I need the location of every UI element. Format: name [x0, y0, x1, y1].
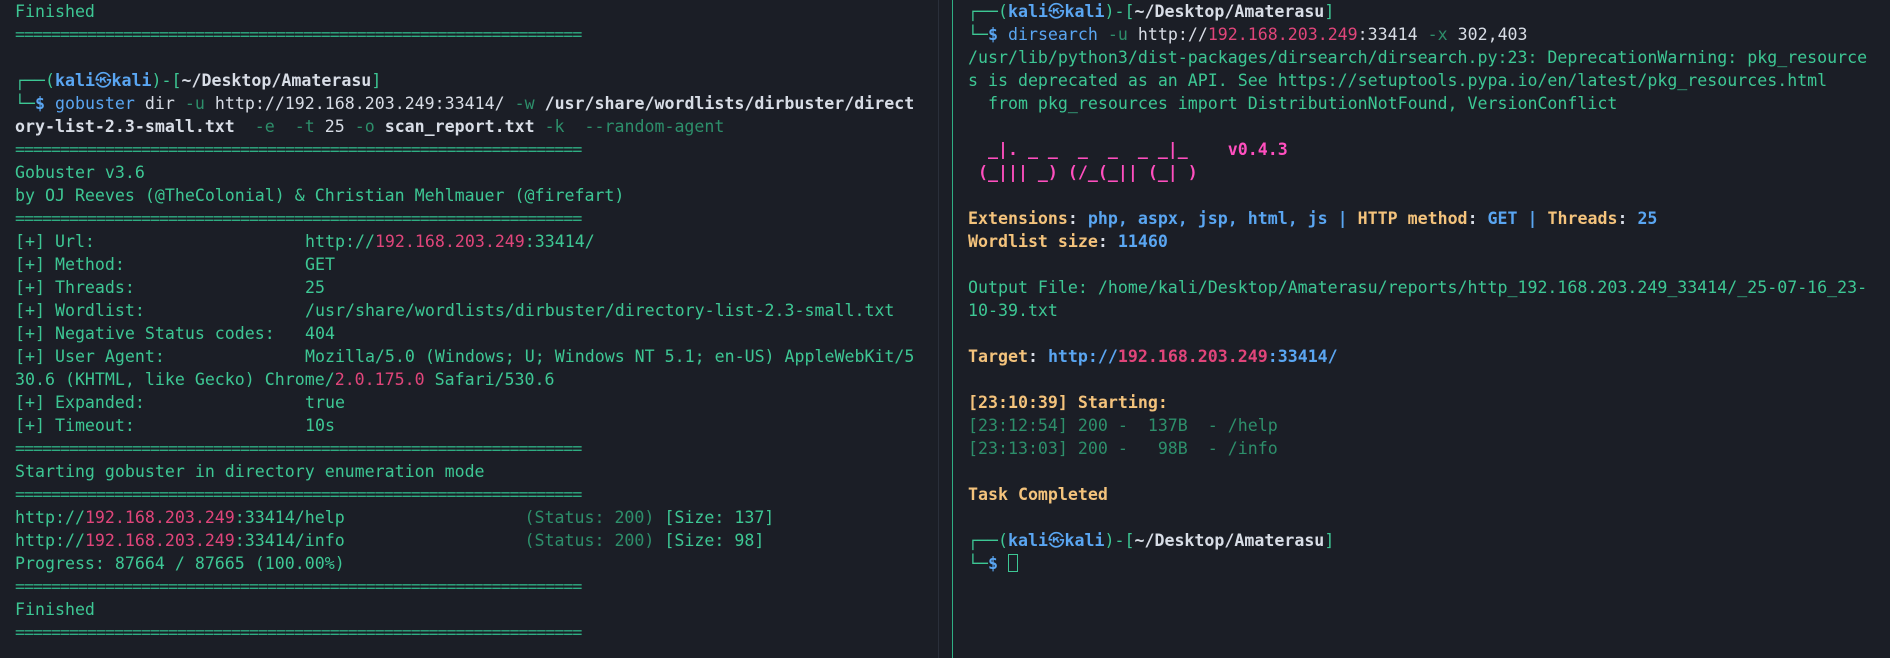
result-row: [23:12:54] 200 - 137B - /help [968, 416, 1278, 435]
right-terminal-pane[interactable]: ┌──(kali㉿kali)-[~/Desktop/Amaterasu] └─$… [953, 0, 1890, 658]
config-expanded: [+] Expanded: true [15, 393, 345, 412]
config-user-agent: [+] User Agent: Mozilla/5.0 (Windows; U; … [15, 347, 915, 366]
separator: ========================================… [15, 485, 582, 504]
prompt-header: ┌──(kali㉿kali)-[~/Desktop/Amaterasu] [15, 71, 382, 90]
banner-authors: by OJ Reeves (@TheColonial) & Christian … [15, 186, 625, 205]
separator: ========================================… [15, 439, 582, 458]
prompt-header: ┌──(kali㉿kali)-[~/Desktop/Amaterasu] [968, 2, 1335, 21]
separator: ========================================… [15, 623, 582, 642]
dirsearch-logo-bottom: (_||| _) (/_(_|| (_| ) [968, 163, 1198, 182]
separator: ========================================… [15, 140, 582, 159]
terminal-cursor[interactable] [1007, 554, 1018, 572]
command-tool: gobuster [54, 94, 135, 113]
deprecation-warning: /usr/lib/python3/dist-packages/dirsearch… [968, 48, 1868, 67]
finished-text-bottom: Finished [15, 600, 95, 619]
progress-text: Progress: 87664 / 87665 (100.00%) [15, 554, 345, 573]
result-row: [23:13:03] 200 - 98B - /info [968, 439, 1278, 458]
prompt-path: ~/Desktop/Amaterasu [181, 71, 372, 90]
deprecation-warning-import: from pkg_resources import DistributionNo… [968, 94, 1618, 113]
separator: ========================================… [15, 209, 582, 228]
command-line: └─$ gobuster dir -u http://192.168.203.2… [15, 94, 915, 113]
active-prompt[interactable]: └─$ [968, 552, 1890, 575]
result-row: http://192.168.203.249:33414/help (Statu… [15, 508, 775, 527]
version-text: v0.4.3 [1227, 140, 1288, 159]
task-completed: Task Completed [968, 485, 1108, 504]
output-file: Output File: /home/kali/Desktop/Amateras… [968, 278, 1868, 297]
target-line: Target: http://192.168.203.249:33414/ [968, 347, 1338, 366]
config-user-agent-cont: 30.6 (KHTML, like Gecko) Chrome/2.0.175.… [15, 370, 555, 389]
output-file-cont: 10-39.txt [968, 301, 1058, 320]
dirsearch-logo-top: _|. _ _ _ _ _ _|_ v0.4.3 [968, 140, 1288, 159]
left-terminal-pane[interactable]: Finished ===============================… [0, 0, 938, 658]
pane-divider[interactable] [938, 0, 953, 658]
config-negative-status: [+] Negative Status codes: 404 [15, 324, 335, 343]
banner-version: Gobuster v3.6 [15, 163, 145, 182]
config-url: [+] Url: http://192.168.203.249:33414/ [15, 232, 595, 251]
finished-text-top: Finished [15, 2, 95, 21]
deprecation-warning-cont: s is deprecated as an API. See https://s… [968, 71, 1828, 90]
separator: ========================================… [15, 577, 582, 596]
config-wordlist: [+] Wordlist:/usr/share/wordlists/dirbus… [15, 301, 895, 320]
command-line: └─$ dirsearch -u http://192.168.203.249:… [968, 25, 1528, 44]
config-method: [+] Method: GET [15, 255, 335, 274]
command-line-cont: ory-list-2.3-small.txt -e -t 25 -o scan_… [15, 117, 725, 136]
config-timeout: [+] Timeout: 10s [15, 416, 335, 435]
separator: ========================================… [15, 25, 582, 44]
prompt-user: kali [54, 71, 95, 90]
wordlist-size: Wordlist size: 11460 [968, 232, 1168, 251]
starting-text: Starting gobuster in directory enumerati… [15, 462, 485, 481]
prompt-host: kali [111, 71, 152, 90]
config-summary: Extensions: php, aspx, jsp, html, js | H… [968, 209, 1658, 228]
result-row: http://192.168.203.249:33414/info (Statu… [15, 531, 765, 550]
prompt-symbol: ㉿ [94, 71, 112, 90]
starting-line: [23:10:39] Starting: [968, 393, 1168, 412]
prompt-header: ┌──(kali㉿kali)-[~/Desktop/Amaterasu] [968, 531, 1335, 550]
config-threads: [+] Threads: 25 [15, 278, 325, 297]
command-tool: dirsearch [1007, 25, 1098, 44]
